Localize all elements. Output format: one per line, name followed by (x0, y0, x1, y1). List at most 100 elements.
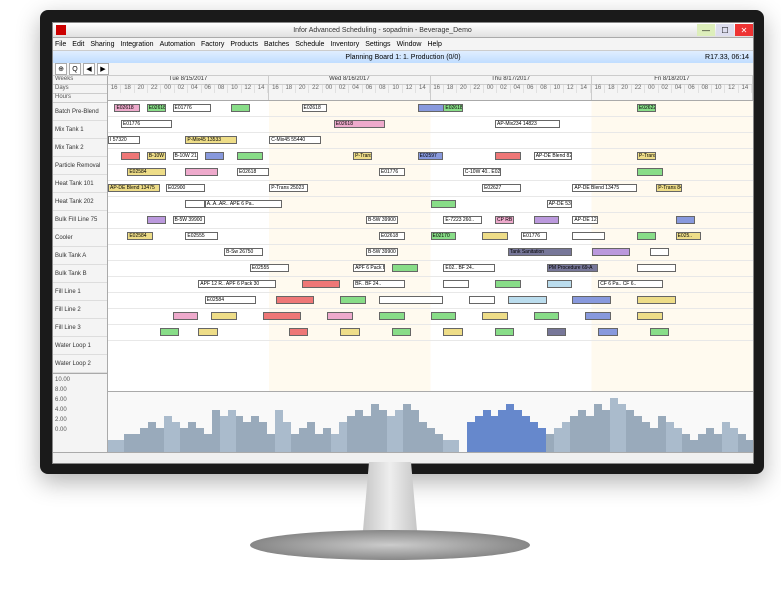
gantt-bar[interactable] (495, 280, 521, 288)
gantt-bar[interactable] (121, 152, 140, 160)
gantt-row[interactable]: B-10W 21870B-10W 21870P-Trans 5410E02597… (108, 149, 753, 165)
gantt-bar[interactable]: P-Trans (637, 152, 656, 160)
gantt-bar[interactable]: APF 6 Pack BE (353, 264, 385, 272)
gantt-bar[interactable]: P-Trans 25023 (269, 184, 308, 192)
gantt-bar[interactable] (598, 328, 617, 336)
gantt-row[interactable]: E02618E02618E01776E02618E02618E02622 (108, 101, 753, 117)
gantt-bar[interactable] (276, 296, 315, 304)
resource-row[interactable]: Heat Tank 101 (53, 175, 107, 193)
gantt-bar[interactable]: E-7223 260.. (443, 216, 482, 224)
gantt-bar[interactable]: B-5W 39900 (173, 216, 205, 224)
gantt-bar[interactable]: E02618 (443, 104, 462, 112)
gantt-bar[interactable] (211, 312, 237, 320)
gantt-bar[interactable] (340, 328, 359, 336)
resource-row[interactable]: Particle Removal (53, 157, 107, 175)
gantt-bar[interactable] (637, 232, 656, 240)
menu-window[interactable]: Window (397, 41, 422, 48)
gantt-bar[interactable]: AP-DE 1220 (572, 216, 598, 224)
gantt-bar[interactable] (637, 312, 663, 320)
gantt-bar[interactable] (205, 152, 224, 160)
gantt-bar[interactable] (482, 312, 508, 320)
gantt-bar[interactable]: E01776 (379, 168, 405, 176)
gantt-bar[interactable] (379, 296, 444, 304)
gantt-bar[interactable]: AP-DE 5310 (547, 200, 573, 208)
resource-row[interactable]: Bulk Tank A (53, 247, 107, 265)
gantt-bar[interactable]: E02618 (237, 168, 269, 176)
gantt-bar[interactable] (173, 312, 199, 320)
menu-inventory[interactable]: Inventory (330, 41, 359, 48)
gantt-bar[interactable]: APF 12 R.. APF 6 Pack 30 (198, 280, 275, 288)
gantt-bar[interactable]: B-5W 39900 (366, 248, 398, 256)
gantt-bar[interactable]: P-Trans 8470 (656, 184, 682, 192)
menu-help[interactable]: Help (427, 41, 441, 48)
resource-row[interactable]: Fill Line 3 (53, 319, 107, 337)
gantt-row[interactable]: E02584E02618E01776C-10W 40.. E02618 (108, 165, 753, 181)
gantt-row[interactable]: E01776E02618AP-Mix234 14823 (108, 117, 753, 133)
gantt-bar[interactable]: E025.. (676, 232, 702, 240)
gantt-bar[interactable] (289, 328, 308, 336)
gantt-bar[interactable] (469, 296, 495, 304)
gantt-bar[interactable]: E02584 (205, 296, 257, 304)
gantt-row[interactable]: B-5W 39900B-5W 39900E-7223 260..CP RB 46… (108, 213, 753, 229)
gantt-bar[interactable] (185, 168, 217, 176)
gantt-bar[interactable] (592, 248, 631, 256)
resource-row[interactable]: Cooler (53, 229, 107, 247)
gantt-row[interactable]: APF 12 R.. APF 6 Pack 30 BF.. BF 24.. CF 6… (108, 277, 753, 293)
gantt-bar[interactable] (160, 328, 179, 336)
gantt-bar[interactable]: B-Sw 26750 (224, 248, 263, 256)
gantt-bar[interactable]: E02170 (431, 232, 457, 240)
gantt-row[interactable]: E02584E02555E02618E02170E01776E025.. (108, 229, 753, 245)
gantt-bar[interactable]: E02618 (379, 232, 405, 240)
menu-sharing[interactable]: Sharing (90, 41, 114, 48)
gantt-bar[interactable] (534, 312, 560, 320)
gantt-row[interactable] (108, 309, 753, 325)
search-button[interactable]: Q (69, 63, 81, 75)
gantt-bar[interactable]: B-10W 21870 (147, 152, 166, 160)
gantt-bar[interactable] (443, 280, 469, 288)
gantt-bar[interactable] (431, 200, 457, 208)
gantt-bar[interactable] (392, 328, 411, 336)
gantt-bar[interactable]: B-5W 39900 (366, 216, 398, 224)
gantt-bar[interactable] (379, 312, 405, 320)
menu-batches[interactable]: Batches (264, 41, 289, 48)
gantt-bar[interactable]: E02584 (127, 232, 153, 240)
gantt-bar[interactable] (572, 232, 604, 240)
resource-row[interactable]: Water Loop 1 (53, 337, 107, 355)
gantt-bar[interactable] (147, 216, 166, 224)
resource-row[interactable]: Fill Line 2 (53, 301, 107, 319)
gantt-bar[interactable] (676, 216, 695, 224)
menu-integration[interactable]: Integration (120, 41, 153, 48)
gantt-bar[interactable] (302, 280, 341, 288)
menu-settings[interactable]: Settings (365, 41, 390, 48)
gantt-bar[interactable] (572, 296, 611, 304)
gantt-bar[interactable]: I 57320 (108, 136, 140, 144)
resource-row[interactable]: Water Loop 2 (53, 355, 107, 373)
resource-row[interactable]: Bulk Tank B (53, 265, 107, 283)
resource-row[interactable]: Mix Tank 2 (53, 139, 107, 157)
gantt-bar[interactable]: E02622 (637, 104, 656, 112)
gantt-bar[interactable] (585, 312, 611, 320)
gantt-bar[interactable] (443, 328, 462, 336)
gantt-bar[interactable]: Tank Sanitation (508, 248, 573, 256)
gantt-bar[interactable]: E02618 (302, 104, 328, 112)
gantt-bar[interactable]: E02618 (114, 104, 140, 112)
gantt-bar[interactable]: AP-DE Blend 13475 (572, 184, 637, 192)
gantt-bar[interactable]: C-Mix45 55440 (269, 136, 321, 144)
gantt-bar[interactable]: E02627 (482, 184, 521, 192)
gantt-bar[interactable] (185, 200, 204, 208)
gantt-bar[interactable] (547, 328, 566, 336)
gantt-bar[interactable]: AP-Mix234 14823 (495, 120, 560, 128)
gantt-bar[interactable]: E02618 (334, 120, 386, 128)
zoom-button[interactable]: ⊕ (55, 63, 67, 75)
gantt-bar[interactable] (637, 264, 676, 272)
gantt-bar[interactable]: E01776 (173, 104, 212, 112)
gantt-bar[interactable] (650, 328, 669, 336)
gantt-bar[interactable] (508, 296, 547, 304)
gantt-bar[interactable]: CF 6 Pa.. CF 6.. (598, 280, 663, 288)
gantt-bar[interactable] (431, 312, 457, 320)
gantt-bar[interactable] (495, 328, 514, 336)
gantt-bar[interactable]: BF.. BF 24.. (353, 280, 405, 288)
gantt-bar[interactable]: P-Mix45 13533 (185, 136, 237, 144)
menu-file[interactable]: File (55, 41, 66, 48)
gantt-bar[interactable] (495, 152, 521, 160)
